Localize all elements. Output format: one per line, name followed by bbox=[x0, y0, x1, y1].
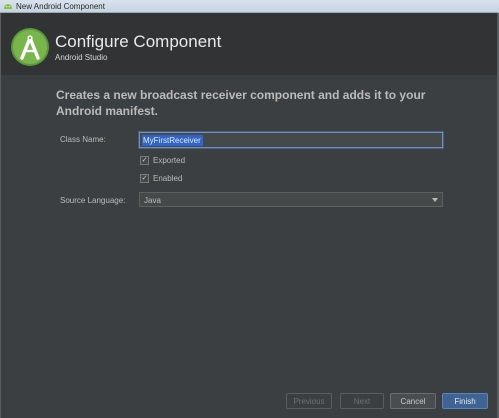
class-name-input[interactable]: MyFirstReceiver bbox=[139, 132, 443, 148]
previous-button[interactable]: Previous bbox=[286, 393, 332, 409]
component-description: Creates a new broadcast receiver compone… bbox=[56, 88, 426, 118]
page-title: Configure Component bbox=[55, 32, 222, 51]
android-icon bbox=[4, 4, 12, 9]
source-language-value: Java bbox=[144, 196, 161, 205]
chevron-down-icon bbox=[432, 198, 438, 202]
exported-checkbox[interactable]: ✓ bbox=[140, 156, 149, 165]
wizard-header: Configure Component Android Studio bbox=[0, 13, 499, 75]
enabled-label: Enabled bbox=[153, 174, 183, 183]
exported-label: Exported bbox=[153, 156, 186, 165]
window-title: New Android Component bbox=[16, 1, 105, 11]
page-subtitle: Android Studio bbox=[55, 53, 108, 62]
exported-checkbox-row[interactable]: ✓ Exported bbox=[140, 156, 185, 165]
source-language-select[interactable]: Java bbox=[139, 192, 443, 207]
wizard-content: Creates a new broadcast receiver compone… bbox=[1, 75, 497, 390]
android-studio-logo-icon bbox=[11, 28, 49, 66]
cancel-button[interactable]: Cancel bbox=[390, 393, 436, 409]
class-name-value: MyFirstReceiver bbox=[142, 135, 203, 146]
enabled-checkbox[interactable]: ✓ bbox=[140, 174, 149, 183]
class-name-label: Class Name: bbox=[60, 135, 106, 144]
source-language-label: Source Language: bbox=[60, 196, 126, 205]
finish-button[interactable]: Finish bbox=[442, 393, 488, 409]
next-button[interactable]: Next bbox=[340, 393, 384, 409]
enabled-checkbox-row[interactable]: ✓ Enabled bbox=[140, 174, 182, 183]
window-titlebar[interactable]: New Android Component bbox=[0, 0, 499, 13]
wizard-footer: Previous Next Cancel Finish bbox=[1, 390, 497, 418]
